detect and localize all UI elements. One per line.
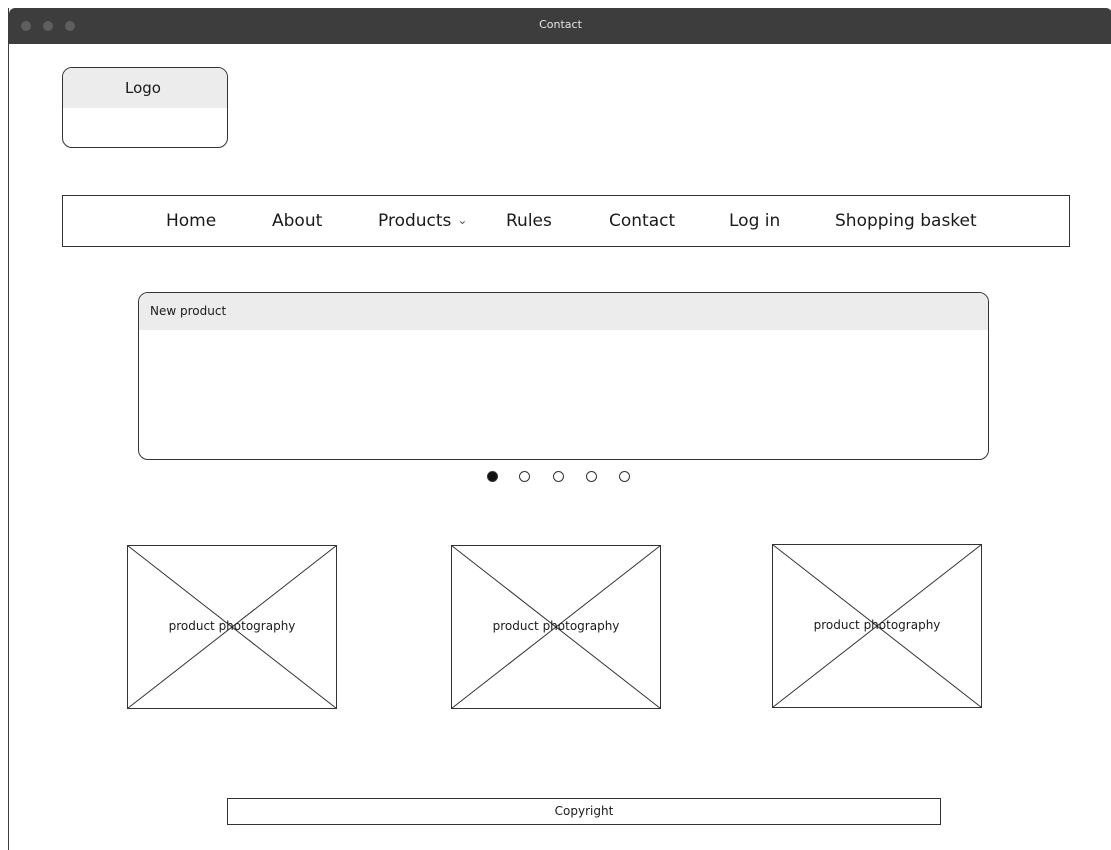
nav-item-contact[interactable]: Contact <box>609 211 675 231</box>
nav-item-rules[interactable]: Rules <box>506 211 552 231</box>
carousel-dot-2[interactable] <box>519 471 530 482</box>
carousel-dot-3[interactable] <box>553 471 564 482</box>
browser-window: Contact Logo Home About Products ⌄ Rules … <box>8 8 1111 850</box>
nav-item-products-label: Products <box>378 211 452 231</box>
nav-item-products[interactable]: Products ⌄ <box>378 211 467 231</box>
nav-item-home[interactable]: Home <box>166 211 216 231</box>
product-photo-label: product photography <box>813 618 941 632</box>
nav-item-log-in[interactable]: Log in <box>729 211 780 231</box>
carousel-pagination <box>9 471 1111 485</box>
product-photo-3[interactable]: product photography <box>772 544 982 708</box>
footer-copyright: Copyright <box>227 798 941 825</box>
carousel-dot-1[interactable] <box>487 471 498 482</box>
product-photo-1[interactable]: product photography <box>127 545 337 709</box>
carousel-dot-4[interactable] <box>586 471 597 482</box>
carousel-title: New product <box>139 293 988 330</box>
nav-item-shopping-basket[interactable]: Shopping basket <box>835 211 977 231</box>
main-navigation: Home About Products ⌄ Rules Contact Log i… <box>62 195 1070 247</box>
product-photo-label: product photography <box>492 619 620 633</box>
product-photo-label: product photography <box>168 619 296 633</box>
window-title: Contact <box>539 18 582 31</box>
logo[interactable]: Logo <box>62 67 228 148</box>
new-product-carousel[interactable]: New product <box>138 292 989 460</box>
product-photo-2[interactable]: product photography <box>451 545 661 709</box>
chevron-down-icon: ⌄ <box>457 213 468 227</box>
nav-item-about[interactable]: About <box>272 211 322 231</box>
logo-label: Logo <box>63 68 227 108</box>
carousel-dot-5[interactable] <box>619 471 630 482</box>
title-bar: Contact <box>9 8 1111 44</box>
